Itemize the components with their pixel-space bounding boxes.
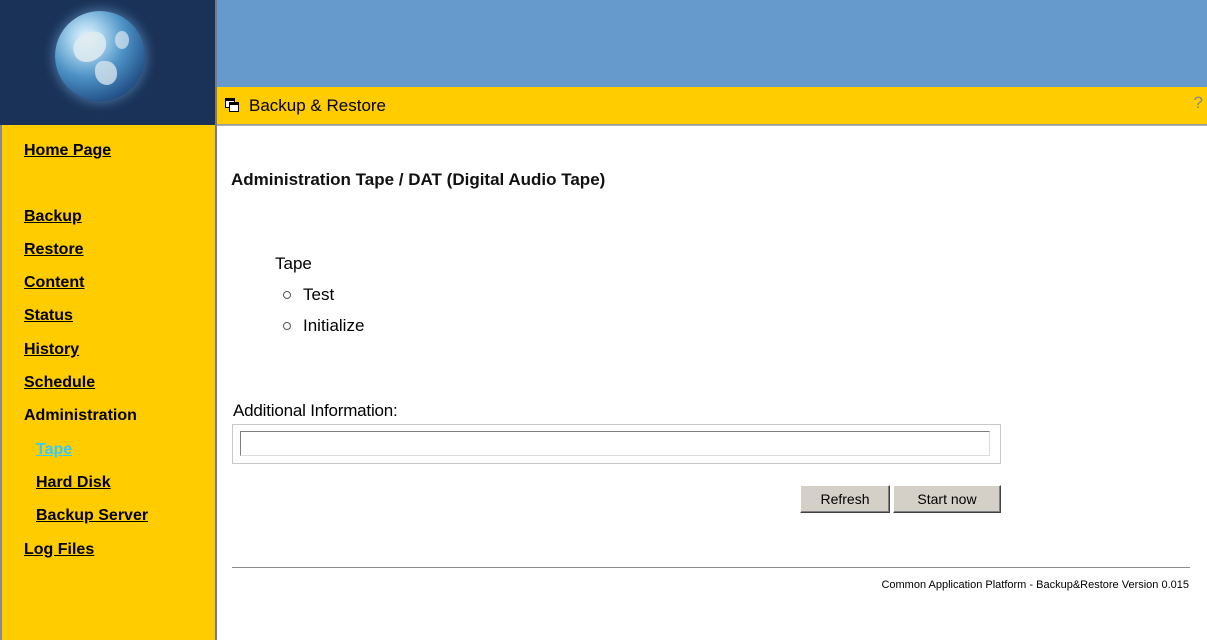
main-content: Administration Tape / DAT (Digital Audio… [217, 125, 1207, 640]
help-icon[interactable]: ? [1194, 93, 1203, 113]
sidebar-item-home-page[interactable]: Home Page [24, 142, 111, 160]
logo-area [0, 0, 217, 125]
refresh-button[interactable]: Refresh [800, 485, 890, 513]
sidebar-section-administration: Administration [24, 407, 137, 424]
start-now-button[interactable]: Start now [893, 485, 1001, 513]
radio-label-initialize: Initialize [303, 316, 365, 335]
sidebar: Home Page Backup Restore Content Status … [0, 125, 217, 640]
sidebar-item-backup[interactable]: Backup [24, 208, 82, 226]
sidebar-item-content[interactable]: Content [24, 274, 84, 292]
radio-option-initialize[interactable]: Initialize [283, 316, 364, 336]
radio-label-test: Test [303, 285, 335, 304]
sidebar-item-tape[interactable]: Tape [36, 441, 72, 459]
radio-option-test[interactable]: Test [283, 285, 334, 305]
sidebar-item-history[interactable]: History [24, 341, 79, 359]
additional-information-frame [232, 424, 1001, 464]
footer-text: Common Application Platform - Backup&Res… [881, 579, 1189, 591]
additional-information-label: Additional Information: [233, 401, 398, 420]
page-title: Backup & Restore [249, 96, 387, 115]
sidebar-item-status[interactable]: Status [24, 307, 73, 325]
globe-icon [55, 11, 145, 101]
title-bar: Backup & Restore ? [217, 87, 1207, 125]
sidebar-item-schedule[interactable]: Schedule [24, 374, 95, 392]
page-heading: Administration Tape / DAT (Digital Audio… [231, 170, 606, 189]
tape-group-label: Tape [275, 254, 312, 273]
sidebar-item-hard-disk[interactable]: Hard Disk [36, 474, 111, 492]
radio-button-initialize[interactable] [283, 322, 291, 330]
sidebar-item-log-files[interactable]: Log Files [24, 541, 94, 559]
sidebar-item-backup-server[interactable]: Backup Server [36, 507, 148, 525]
additional-information-field[interactable] [240, 431, 990, 456]
sidebar-item-restore[interactable]: Restore [24, 241, 84, 259]
radio-button-test[interactable] [283, 291, 291, 299]
window-icon [225, 98, 239, 112]
header-banner [217, 0, 1207, 87]
divider [232, 567, 1190, 568]
